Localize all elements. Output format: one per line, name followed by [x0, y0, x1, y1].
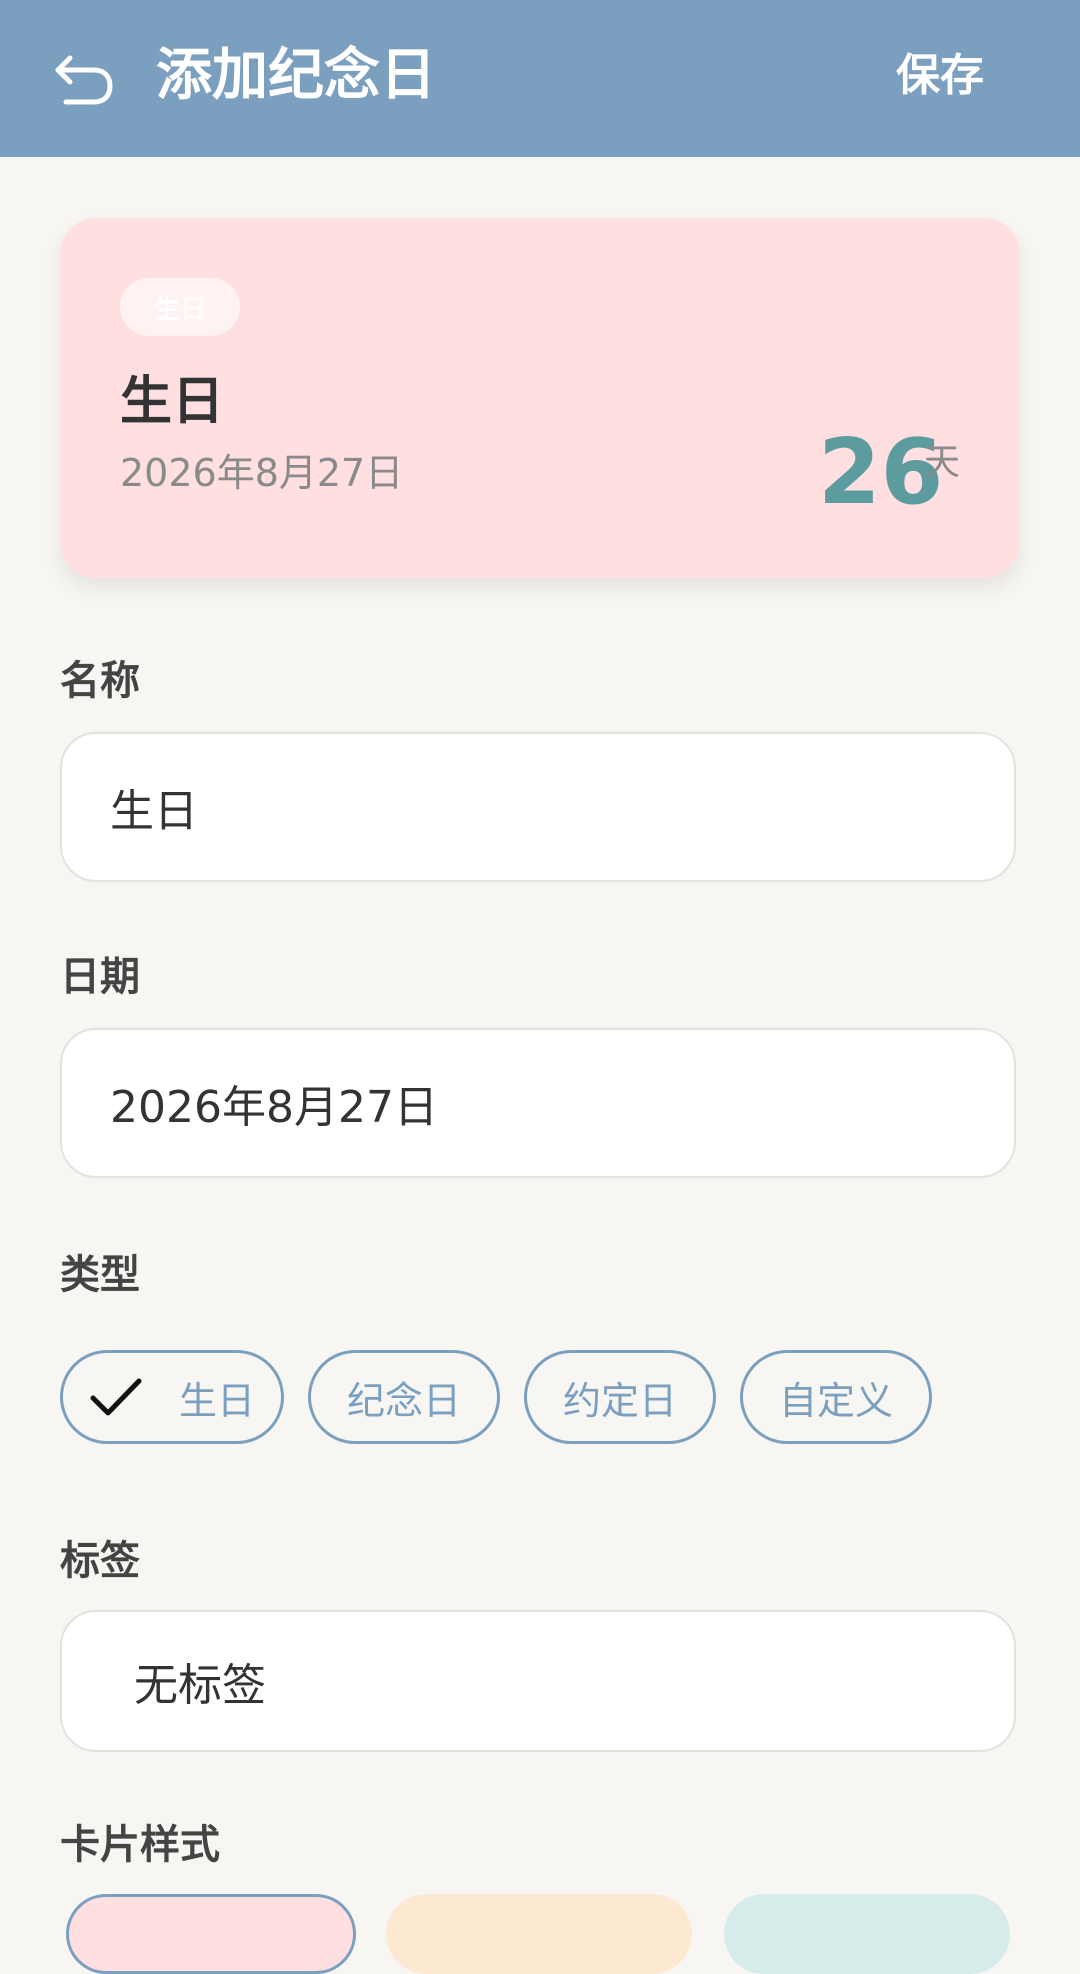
card-style-peach[interactable] — [386, 1894, 692, 1974]
back-button[interactable] — [52, 44, 118, 110]
type-chip-birthday[interactable]: 生日 — [60, 1350, 284, 1444]
check-icon — [90, 1378, 142, 1416]
preview-name: 生日 — [120, 372, 225, 432]
type-chip-label: 约定日 — [562, 1378, 677, 1423]
type-chip-anniversary[interactable]: 纪念日 — [308, 1350, 500, 1444]
card-style-pink[interactable] — [66, 1894, 356, 1974]
date-value: 2026年8月27日 — [110, 1082, 438, 1133]
save-button[interactable]: 保存 — [896, 46, 984, 106]
type-chip-appointment[interactable]: 约定日 — [524, 1350, 716, 1444]
preview-days-unit: 天 — [924, 442, 961, 483]
tag-value: 无标签 — [134, 1660, 266, 1711]
preview-type-badge: 生日 — [120, 278, 240, 336]
undo-arrow-icon — [55, 55, 113, 105]
card-style-label: 卡片样式 — [60, 1822, 220, 1868]
app-bar: 添加纪念日 保存 — [0, 0, 1080, 157]
name-value: 生日 — [110, 786, 198, 837]
type-chip-label: 自定义 — [778, 1378, 893, 1423]
tag-label: 标签 — [60, 1538, 140, 1584]
type-label: 类型 — [60, 1252, 140, 1298]
name-input[interactable]: 生日 — [60, 732, 1016, 882]
name-label: 名称 — [60, 658, 140, 704]
date-label: 日期 — [60, 954, 140, 1000]
type-chip-label: 纪念日 — [346, 1378, 461, 1423]
type-chip-custom[interactable]: 自定义 — [740, 1350, 932, 1444]
page-title: 添加纪念日 — [156, 43, 436, 108]
preview-date: 2026年8月27日 — [120, 451, 404, 495]
preview-card: 生日 生日 2026年8月27日 26 天 — [60, 218, 1020, 578]
type-chip-label: 生日 — [178, 1378, 255, 1423]
tag-selector[interactable]: 无标签 — [60, 1610, 1016, 1752]
date-field[interactable]: 2026年8月27日 — [60, 1028, 1016, 1178]
card-style-mint[interactable] — [724, 1894, 1010, 1974]
